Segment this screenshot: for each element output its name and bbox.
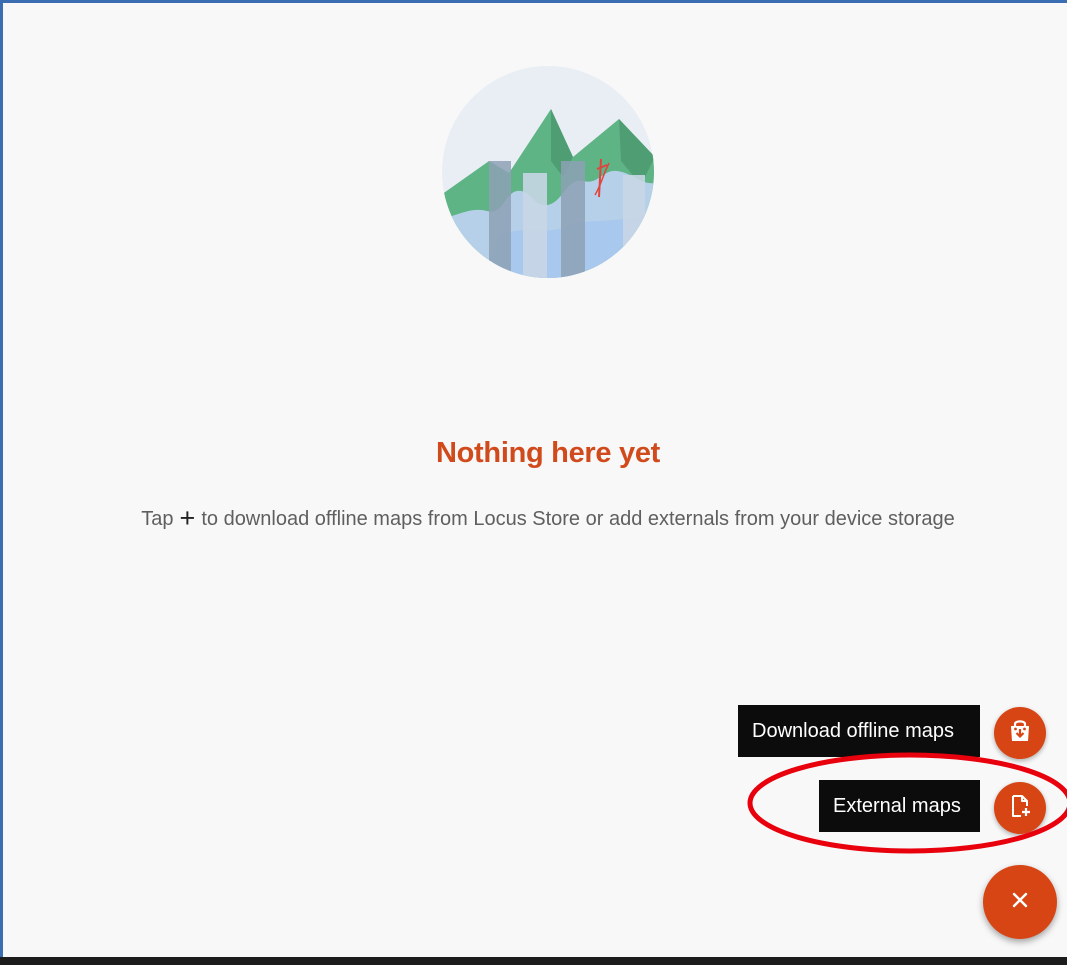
empty-state-desc-prefix: Tap: [141, 508, 174, 530]
close-fab-button[interactable]: [983, 865, 1057, 939]
download-offline-maps-button[interactable]: [994, 707, 1046, 759]
download-offline-maps-label[interactable]: Download offline maps: [738, 705, 980, 757]
app-screen: Nothing here yet Tap + to download offline…: [0, 0, 1067, 965]
close-icon: [1010, 890, 1030, 915]
empty-state-illustration: [441, 65, 655, 279]
shop-bag-download-icon: [1006, 717, 1034, 750]
file-add-icon: [1006, 792, 1034, 825]
system-navigation-bar: [0, 957, 1067, 965]
empty-state-desc-suffix: to download offline maps from Locus Stor…: [201, 508, 955, 530]
empty-state-description: Tap + to download offline maps from Locus …: [3, 505, 1067, 532]
plus-icon: +: [179, 503, 196, 533]
external-maps-label[interactable]: External maps: [819, 780, 980, 832]
empty-state-title: Nothing here yet: [436, 437, 660, 469]
external-maps-button[interactable]: [994, 782, 1046, 834]
